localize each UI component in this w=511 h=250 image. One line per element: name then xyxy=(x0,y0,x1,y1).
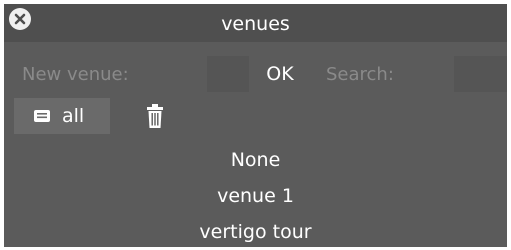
all-filter-label: all xyxy=(62,105,85,127)
close-button[interactable] xyxy=(9,8,31,30)
venues-window: venues OK all xyxy=(4,4,507,247)
list-icon xyxy=(32,109,52,123)
new-venue-field-strip xyxy=(207,56,249,92)
venue-item-none[interactable]: None xyxy=(4,142,507,178)
trash-icon xyxy=(147,104,163,128)
close-icon xyxy=(14,13,26,25)
window-title: venues xyxy=(221,13,290,35)
title-bar: venues xyxy=(4,4,507,42)
delete-venue-button[interactable] xyxy=(144,101,166,131)
search-input[interactable] xyxy=(320,56,454,92)
input-row: OK xyxy=(4,56,507,92)
venue-item-venue-1[interactable]: venue 1 xyxy=(4,178,507,214)
venue-item-vertigo-tour[interactable]: vertigo tour xyxy=(4,214,507,250)
ok-button[interactable]: OK xyxy=(249,56,311,92)
all-filter-button[interactable]: all xyxy=(14,98,110,134)
search-field-strip xyxy=(454,56,507,92)
venue-list: None venue 1 vertigo tour xyxy=(4,142,507,250)
